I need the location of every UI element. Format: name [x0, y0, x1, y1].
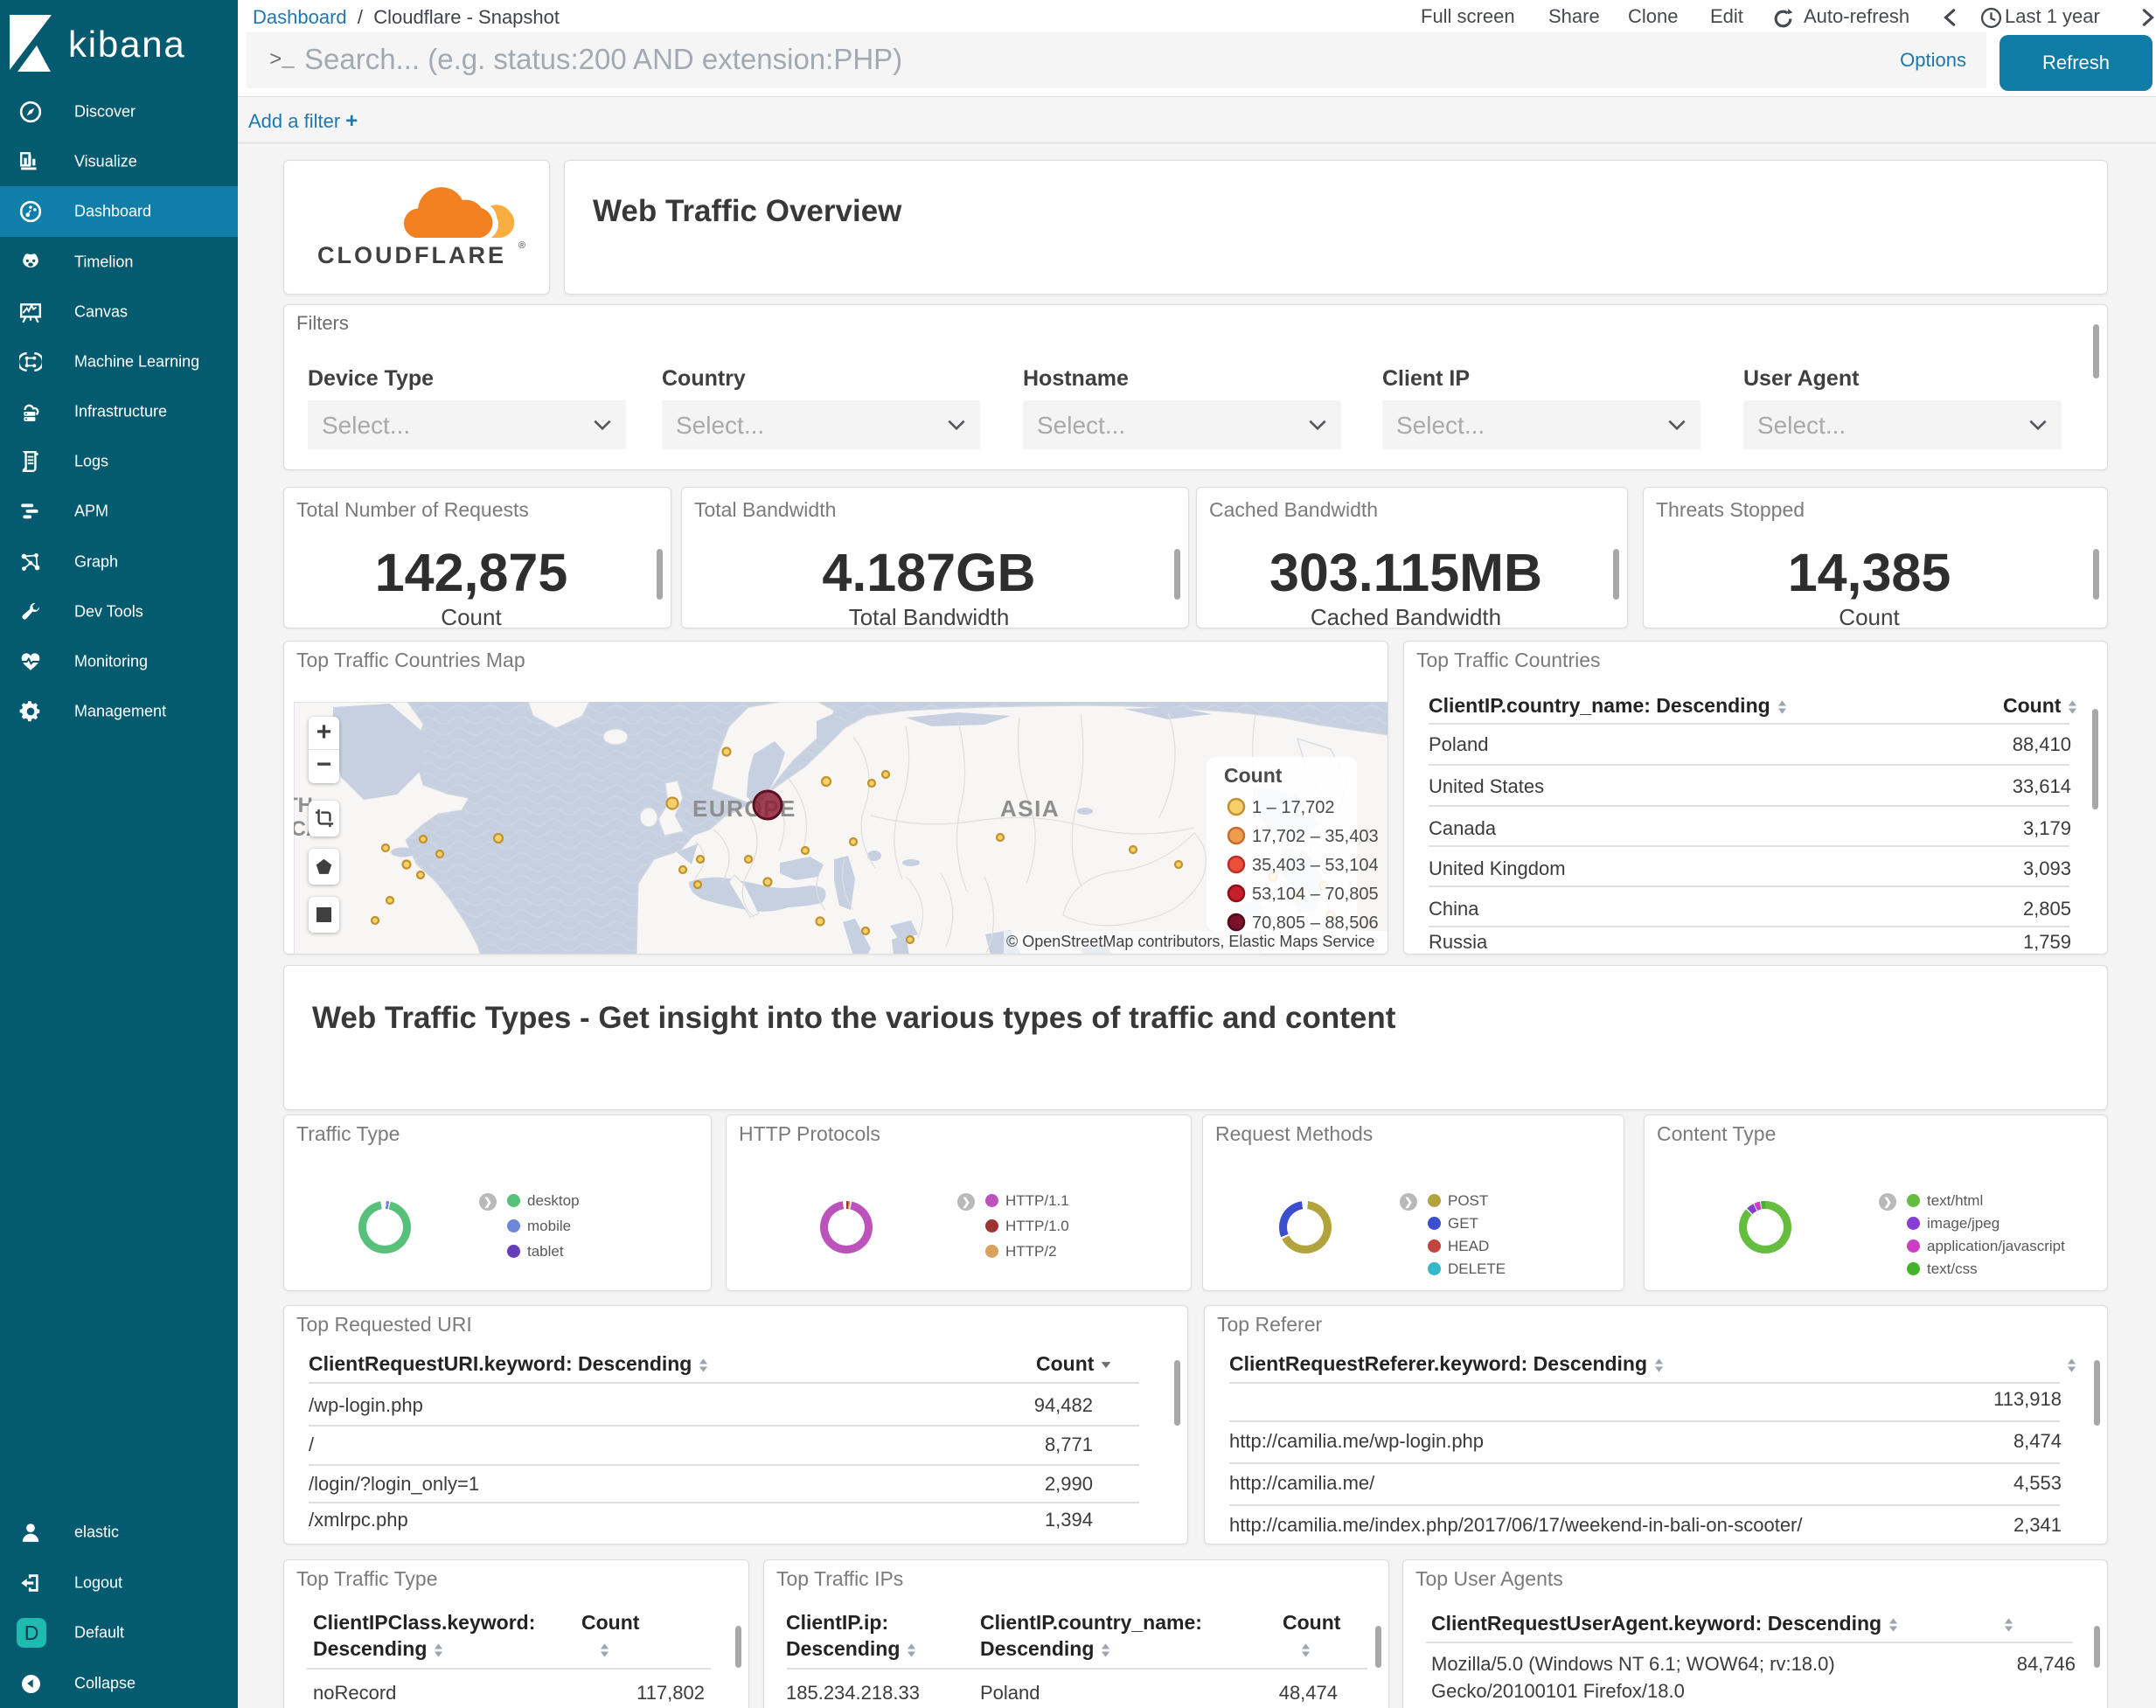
svg-text:®: ® — [518, 240, 525, 251]
svg-text:Count: Count — [1224, 764, 1283, 787]
svg-text:53,104 – 70,805: 53,104 – 70,805 — [1252, 885, 1379, 904]
svg-text:35,403 – 53,104: 35,403 – 53,104 — [1252, 856, 1379, 875]
svg-text:© OpenStreetMap contributors,: © OpenStreetMap contributors, Elastic Ma… — [1006, 933, 1374, 950]
svg-text:CLOUDFLARE: CLOUDFLARE — [317, 242, 506, 268]
svg-text:17,702 – 35,403: 17,702 – 35,403 — [1252, 827, 1379, 846]
svg-text:70,805 – 88,506: 70,805 – 88,506 — [1252, 913, 1379, 933]
svg-text:1 – 17,702: 1 – 17,702 — [1252, 798, 1335, 817]
svg-text:ASIA: ASIA — [1000, 795, 1060, 822]
